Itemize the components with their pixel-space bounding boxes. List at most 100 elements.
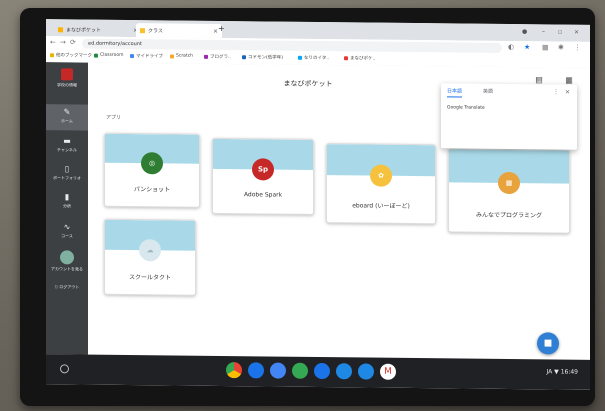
bookmark-label: 他のブックマーク bbox=[56, 53, 92, 59]
sidebar-item-account[interactable]: アカウントを見る bbox=[46, 250, 88, 272]
chart-icon: ▮ bbox=[64, 192, 70, 202]
app-card[interactable]: ✿ eboard (いーぼーど) bbox=[326, 143, 436, 225]
new-tab-icon[interactable]: + bbox=[218, 24, 225, 33]
app-label: Adobe Spark bbox=[243, 191, 283, 199]
bookmark-label: まなびポケ.. bbox=[350, 56, 376, 62]
bookmark-label: Classroom bbox=[100, 52, 124, 58]
browser-tab[interactable]: まなびポケット × bbox=[54, 22, 142, 37]
bookmark-favicon bbox=[298, 55, 302, 60]
sidebar-item-label: アカウントを見る bbox=[51, 266, 83, 272]
bookmark-item[interactable]: コドモン(低学年) bbox=[242, 54, 283, 61]
app-card[interactable]: ☁ スクールタクト bbox=[104, 218, 196, 296]
app-logo-icon: ☁ bbox=[139, 238, 161, 261]
tab-favicon bbox=[140, 27, 145, 33]
launcher-icon[interactable] bbox=[60, 364, 69, 374]
sidebar-item-label: 分析 bbox=[63, 203, 71, 209]
app-logo-icon: Sp bbox=[252, 157, 274, 181]
sidebar-item-school[interactable]: 学校の情報 bbox=[46, 68, 88, 96]
forward-icon[interactable]: → bbox=[60, 38, 66, 46]
bookmark-item[interactable]: マイドライブ bbox=[130, 53, 163, 59]
history-icon: ▦ bbox=[565, 75, 573, 85]
bookmark-item[interactable]: Scratch bbox=[170, 53, 194, 59]
sidebar-item-course[interactable]: ∿ コース bbox=[46, 222, 88, 239]
bookmark-item[interactable]: ブログラ.. bbox=[204, 54, 231, 60]
app-card[interactable]: Sp Adobe Spark bbox=[212, 137, 314, 215]
bookmark-label: マイドライブ bbox=[136, 54, 163, 60]
app-card[interactable]: ◎ パンショット bbox=[104, 132, 200, 208]
avatar bbox=[60, 250, 74, 265]
minimize-icon[interactable]: – bbox=[542, 28, 545, 35]
browser-tab-active[interactable]: クラス × bbox=[136, 23, 222, 38]
close-icon[interactable]: × bbox=[565, 89, 570, 96]
app-label: パンショット bbox=[133, 186, 171, 194]
bookmark-item[interactable]: まなびポケ.. bbox=[344, 55, 376, 62]
chromeos-shelf: M JA ▼ 16:49 bbox=[46, 354, 590, 390]
sidebar-item-logout[interactable]: ⎋ ログアウト bbox=[46, 284, 88, 290]
bookmark-favicon bbox=[204, 54, 208, 59]
section-label: アプリ bbox=[106, 114, 122, 121]
sidebar-item-portfolio[interactable]: ▯ ポートフォリオ bbox=[46, 164, 88, 181]
app-logo-icon: ▦ bbox=[498, 171, 520, 194]
reload-icon[interactable]: ⟳ bbox=[70, 38, 76, 46]
sidebar-item-label: コース bbox=[61, 233, 73, 239]
bookmark-label: ブログラ.. bbox=[210, 54, 231, 61]
tab-label: まなびポケット bbox=[66, 26, 102, 34]
more-icon[interactable]: ⋮ bbox=[553, 88, 559, 95]
bookmark-label: なりのイタ.. bbox=[304, 55, 330, 62]
sidebar-item-label: ホーム bbox=[61, 118, 73, 124]
bookmark-item[interactable]: 他のブックマーク bbox=[50, 52, 92, 59]
app-label: みんなでプログラミング bbox=[475, 211, 542, 220]
translate-icon[interactable]: ◐ bbox=[508, 43, 514, 51]
files-icon[interactable] bbox=[248, 362, 264, 379]
docs-icon[interactable] bbox=[270, 362, 286, 379]
profile-icon[interactable]: ● bbox=[522, 28, 527, 35]
translate-popup: 日本語 英語 ⋮ × Google Translate bbox=[441, 83, 577, 150]
app-label: eboard (いーぼーど) bbox=[352, 202, 410, 210]
status-area[interactable]: JA ▼ 16:49 bbox=[547, 368, 579, 375]
bookmark-item[interactable]: Classroom bbox=[94, 53, 123, 58]
drive-icon[interactable] bbox=[292, 362, 308, 379]
classroom-icon[interactable] bbox=[336, 363, 352, 380]
sidebar-item-label: ログアウト bbox=[59, 284, 80, 290]
tab-favicon bbox=[58, 26, 63, 32]
sidebar-item-analysis[interactable]: ▮ 分析 bbox=[46, 192, 88, 209]
close-window-icon[interactable]: × bbox=[574, 29, 579, 36]
app-card[interactable]: ▦ みんなでプログラミング bbox=[448, 148, 570, 234]
bookmark-label: Scratch bbox=[176, 53, 194, 59]
document-icon: ▯ bbox=[64, 164, 70, 174]
sidebar-item-label: チャンネル bbox=[57, 147, 77, 153]
extension-icon[interactable]: ▦ bbox=[542, 43, 549, 51]
bookmark-favicon bbox=[50, 53, 54, 58]
maximize-icon[interactable]: ▫ bbox=[558, 29, 562, 36]
chat-icon: ▬ bbox=[63, 136, 71, 146]
translate-tab-source[interactable]: 日本語 bbox=[447, 87, 463, 98]
menu-icon[interactable]: ⋮ bbox=[574, 44, 581, 52]
puzzle-icon[interactable]: ✱ bbox=[558, 44, 564, 52]
bookmark-favicon bbox=[130, 54, 134, 59]
star-icon[interactable]: ★ bbox=[524, 43, 530, 51]
app-logo-icon: ◎ bbox=[141, 151, 163, 175]
pencil-icon: ✎ bbox=[63, 107, 71, 117]
sidebar-item-label: ポートフォリオ bbox=[53, 175, 81, 181]
sidebar-item-home[interactable]: ✎ ホーム bbox=[46, 104, 88, 131]
sidebar-item-channel[interactable]: ▬ チャンネル bbox=[46, 136, 88, 153]
app-logo-icon: ✿ bbox=[370, 164, 392, 187]
translate-tab-target[interactable]: 英語 bbox=[483, 88, 493, 95]
bookmark-favicon bbox=[242, 55, 246, 60]
store-icon: ▤ bbox=[535, 75, 543, 85]
route-icon: ∿ bbox=[63, 222, 71, 232]
bookmark-favicon bbox=[94, 53, 98, 58]
chat-button[interactable]: ■ bbox=[537, 332, 559, 355]
gmail-icon[interactable]: M bbox=[380, 363, 396, 380]
camera-icon[interactable] bbox=[358, 363, 374, 380]
bookmark-favicon bbox=[344, 56, 348, 61]
tab-label: クラス bbox=[148, 27, 163, 34]
school-icon bbox=[61, 68, 73, 81]
bookmark-favicon bbox=[170, 53, 174, 58]
back-icon[interactable]: ← bbox=[50, 38, 56, 46]
meet-icon[interactable] bbox=[314, 362, 330, 380]
translate-text: Google Translate bbox=[447, 105, 485, 111]
chrome-icon[interactable] bbox=[226, 362, 242, 379]
sidebar-item-label: 学校の情報 bbox=[57, 82, 77, 88]
bookmark-item[interactable]: なりのイタ.. bbox=[298, 55, 329, 61]
